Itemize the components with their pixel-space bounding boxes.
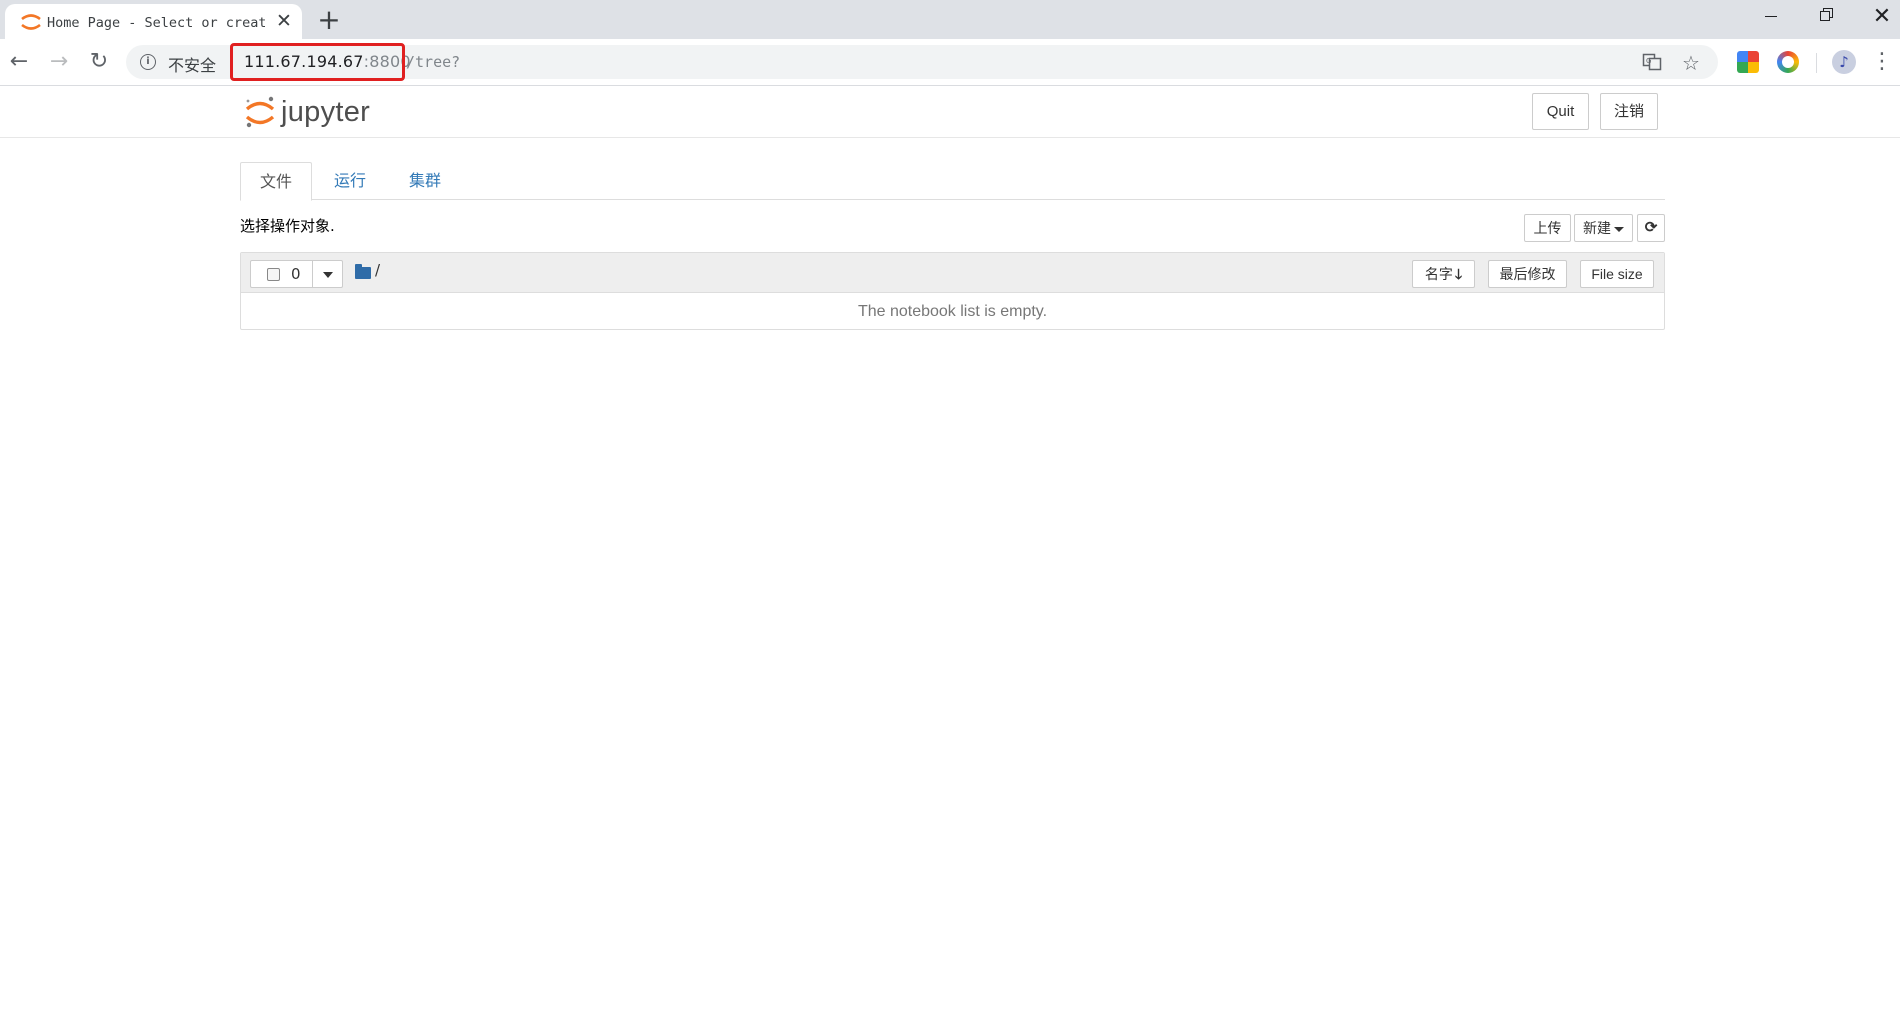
- browser-tab-strip: Home Page - Select or create ✕ + ✕: [0, 0, 1900, 39]
- window-restore-button[interactable]: [1797, 0, 1855, 34]
- tab-clusters[interactable]: 集群: [390, 162, 460, 200]
- toolbar-divider: [1816, 53, 1817, 73]
- translate-icon-glyph: G: [1642, 53, 1662, 71]
- forward-button[interactable]: →: [42, 45, 76, 79]
- jupyter-favicon-icon: [21, 14, 41, 30]
- new-tab-button[interactable]: +: [314, 5, 344, 35]
- folder-icon[interactable]: [355, 264, 371, 279]
- info-icon[interactable]: i: [140, 54, 156, 70]
- security-label[interactable]: 不安全: [168, 52, 216, 76]
- extension-ring-icon[interactable]: [1777, 51, 1799, 73]
- svg-text:G: G: [1646, 57, 1651, 65]
- chevron-down-icon: [1614, 226, 1624, 232]
- refresh-button[interactable]: ⟳: [1637, 214, 1665, 242]
- sort-by-size-button[interactable]: File size: [1580, 260, 1654, 288]
- quit-button[interactable]: Quit: [1532, 93, 1589, 130]
- select-hint: 选择操作对象.: [240, 217, 335, 235]
- tab-running[interactable]: 运行: [315, 162, 385, 200]
- breadcrumb[interactable]: /: [375, 261, 380, 279]
- notebook-list: 0 / 名字 🡓 最后修改 File size The notebook list…: [240, 252, 1665, 330]
- select-divider: [312, 261, 313, 287]
- browser-tab[interactable]: Home Page - Select or create ✕: [5, 4, 302, 39]
- arrow-down-icon: 🡓: [1454, 266, 1463, 282]
- reload-button[interactable]: ↻: [82, 45, 116, 79]
- back-button[interactable]: ←: [2, 45, 36, 79]
- notebook-list-header: 0 / 名字 🡓 最后修改 File size: [241, 253, 1664, 293]
- restore-icon-front: [1820, 11, 1830, 21]
- url-path: /tree?: [406, 53, 461, 71]
- sort-by-modified-button[interactable]: 最后修改: [1488, 260, 1567, 288]
- upload-button[interactable]: 上传: [1524, 214, 1571, 242]
- browser-tab-title: Home Page - Select or create: [47, 15, 265, 31]
- sort-name-label: 名字: [1424, 266, 1453, 282]
- jupyter-logo-text: jupyter: [281, 96, 371, 128]
- chevron-down-icon[interactable]: [323, 272, 333, 278]
- new-dropdown-button[interactable]: 新建: [1574, 214, 1633, 242]
- tab-close-icon[interactable]: ✕: [273, 10, 295, 32]
- avatar[interactable]: ♪: [1832, 50, 1856, 74]
- translate-icon[interactable]: G: [1641, 52, 1663, 74]
- extension-colors-icon[interactable]: [1737, 51, 1759, 73]
- logout-button[interactable]: 注销: [1600, 93, 1658, 130]
- window-minimize-button[interactable]: [1741, 0, 1799, 34]
- jupyter-tabs: 文件 运行 集群: [240, 162, 1665, 201]
- tab-files[interactable]: 文件: [240, 162, 313, 201]
- selected-count: 0: [291, 265, 301, 283]
- select-all-checkbox[interactable]: [267, 268, 280, 281]
- sort-by-name-button[interactable]: 名字 🡓: [1412, 260, 1475, 288]
- star-icon[interactable]: ☆: [1680, 52, 1702, 74]
- menu-icon[interactable]: ⋮: [1870, 47, 1894, 77]
- select-all-group[interactable]: 0: [250, 260, 343, 288]
- url-highlight-box: [230, 43, 405, 81]
- window-close-button[interactable]: ✕: [1853, 0, 1900, 34]
- new-button-label: 新建: [1583, 220, 1611, 236]
- jupyter-logo-icon: [245, 96, 275, 128]
- empty-list-message: The notebook list is empty.: [857, 303, 1048, 320]
